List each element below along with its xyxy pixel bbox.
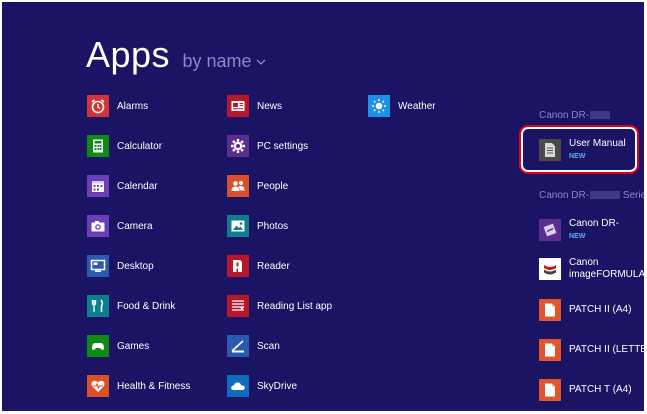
- apps-header: Apps by name: [86, 34, 266, 76]
- app-label: People: [257, 180, 289, 192]
- app-label: PC settings: [257, 140, 309, 152]
- app-label: Calculator: [117, 140, 163, 152]
- calendar-icon: [87, 175, 109, 197]
- app-label: SkyDrive: [257, 380, 298, 392]
- app-tile-user-manual[interactable]: User Manual NEW: [539, 138, 637, 162]
- app-label: PATCH T (A4): [569, 384, 632, 395]
- app-tile-weather[interactable]: Weather: [368, 94, 498, 118]
- app-tile-canon-dr[interactable]: Canon DR- NEW: [539, 218, 644, 242]
- app-label: Canon: [569, 257, 599, 268]
- group-header-canon-dr-series: Canon DR- Series: [539, 190, 644, 201]
- group-header-canon-dr: Canon DR-: [539, 110, 611, 121]
- pdf-document-icon: [539, 339, 561, 361]
- app-tile-games[interactable]: Games: [87, 334, 217, 358]
- app-label: Games: [117, 340, 150, 352]
- app-label: Desktop: [117, 260, 154, 272]
- app-tile-food-drink[interactable]: Food & Drink: [87, 294, 217, 318]
- app-label: Calendar: [117, 180, 158, 192]
- pdf-document-icon: [539, 379, 561, 401]
- app-tile-calculator[interactable]: Calculator: [87, 134, 217, 158]
- newspaper-icon: [227, 95, 249, 117]
- sort-label: by name: [182, 51, 252, 71]
- app-tile-calendar[interactable]: Calendar: [87, 174, 217, 198]
- new-badge: NEW: [569, 232, 586, 240]
- app-tile-patch-t-a4[interactable]: PATCH T (A4): [539, 378, 644, 402]
- app-tile-reading-list-app[interactable]: Reading List app: [227, 294, 357, 318]
- app-tile-news[interactable]: News: [227, 94, 357, 118]
- scanner-app-icon: [539, 219, 561, 241]
- app-label: Weather: [398, 100, 436, 112]
- desktop-icon: [87, 255, 109, 277]
- app-label: User Manual: [569, 137, 626, 149]
- calculator-icon: [87, 135, 109, 157]
- app-label: Photos: [257, 220, 289, 232]
- app-label: Reader: [257, 260, 290, 272]
- photo-icon: [227, 215, 249, 237]
- alarm-clock-icon: [87, 95, 109, 117]
- app-label: Reading List app: [257, 300, 333, 312]
- scanner-icon: [227, 335, 249, 357]
- app-label: Alarms: [117, 100, 149, 112]
- redacted-model: [590, 111, 611, 120]
- app-label: Food & Drink: [117, 300, 176, 312]
- app-tile-photos[interactable]: Photos: [227, 214, 357, 238]
- cloud-icon: [227, 375, 249, 397]
- app-label: News: [257, 100, 283, 112]
- sort-by-name-toggle[interactable]: by name: [183, 51, 266, 71]
- app-tile-scan[interactable]: Scan: [227, 334, 357, 358]
- new-badge: NEW: [569, 152, 586, 160]
- camera-icon: [87, 215, 109, 237]
- app-label-line2: imageFORMULA: [569, 269, 644, 280]
- app-tile-pc-settings[interactable]: PC settings: [227, 134, 357, 158]
- sun-icon: [368, 95, 390, 117]
- reading-list-icon: [227, 295, 249, 317]
- reader-icon: [227, 255, 249, 277]
- app-tile-reader[interactable]: Reader: [227, 254, 357, 278]
- app-label: PATCH II (A4): [569, 304, 632, 315]
- app-tile-health-fitness[interactable]: Health & Fitness: [87, 374, 217, 398]
- heart-pulse-icon: [87, 375, 109, 397]
- gear-icon: [227, 135, 249, 157]
- page-title: Apps: [86, 34, 171, 75]
- redacted-model: [590, 191, 621, 200]
- people-icon: [227, 175, 249, 197]
- fork-knife-icon: [87, 295, 109, 317]
- pdf-document-icon: [539, 299, 561, 321]
- app-tile-desktop[interactable]: Desktop: [87, 254, 217, 278]
- app-label: PATCH II (LETTER): [569, 344, 644, 355]
- app-label: Canon DR-: [569, 217, 620, 229]
- app-tile-patch-ii-a4[interactable]: PATCH II (A4): [539, 298, 644, 322]
- chevron-down-icon: [256, 59, 266, 66]
- app-tile-skydrive[interactable]: SkyDrive: [227, 374, 357, 398]
- start-screen: Apps by name Alarms Calculator Calendar Cam…: [2, 2, 644, 411]
- app-tile-camera[interactable]: Camera: [87, 214, 217, 238]
- app-tile-people[interactable]: People: [227, 174, 357, 198]
- app-label: Health & Fitness: [117, 380, 191, 392]
- app-label: Scan: [257, 340, 280, 352]
- imageformula-icon: [539, 258, 561, 280]
- app-tile-canon-imageformula[interactable]: Canon imageFORMULA: [539, 257, 644, 281]
- app-tile-patch-ii-letter[interactable]: PATCH II (LETTER): [539, 338, 644, 362]
- game-controller-icon: [87, 335, 109, 357]
- app-tile-alarms[interactable]: Alarms: [87, 94, 217, 118]
- app-label: Camera: [117, 220, 153, 232]
- document-icon: [539, 139, 561, 161]
